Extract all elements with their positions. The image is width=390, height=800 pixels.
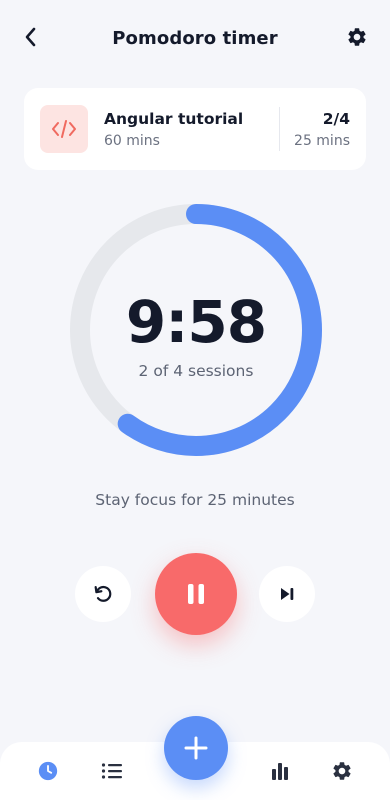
nav-settings[interactable] [330, 759, 354, 783]
gear-icon [333, 762, 351, 780]
task-session-count: 2/4 [322, 109, 350, 128]
pause-button[interactable] [155, 553, 237, 635]
settings-button[interactable] [344, 24, 370, 50]
page-title: Pomodoro timer [112, 27, 278, 49]
bar-chart-icon [272, 763, 288, 780]
timer-center: 9:58 2 of 4 sessions [70, 204, 322, 456]
gear-icon [348, 28, 366, 46]
skip-next-icon [281, 588, 294, 600]
task-duration: 60 mins [104, 132, 160, 149]
task-session-length: 25 mins [294, 132, 350, 149]
add-button[interactable] [164, 716, 228, 780]
task-card[interactable]: Angular tutorial 60 mins 2/4 25 mins [24, 88, 366, 170]
nav-statistics[interactable] [268, 759, 292, 783]
task-name: Angular tutorial [104, 109, 244, 128]
plus-icon [184, 736, 208, 760]
task-icon-tile [40, 105, 88, 153]
chevron-left-icon [25, 27, 36, 47]
clock-icon [38, 761, 58, 781]
nav-timer[interactable] [36, 759, 60, 783]
session-progress-text: 2 of 4 sessions [138, 362, 254, 380]
timer-ring: 9:58 2 of 4 sessions [70, 204, 322, 456]
code-icon [52, 120, 76, 138]
task-progress: 2/4 25 mins [280, 110, 366, 149]
focus-message: Stay focus for 25 minutes [95, 491, 295, 509]
pause-icon [188, 584, 204, 604]
task-info: Angular tutorial 60 mins [104, 110, 279, 149]
reset-button[interactable] [75, 566, 131, 622]
time-remaining: 9:58 [125, 288, 267, 356]
list-icon [101, 763, 122, 779]
nav-task-list[interactable] [100, 759, 124, 783]
reset-icon [94, 585, 112, 602]
back-button[interactable] [18, 24, 44, 50]
header: Pomodoro timer [0, 0, 390, 76]
skip-button[interactable] [259, 566, 315, 622]
